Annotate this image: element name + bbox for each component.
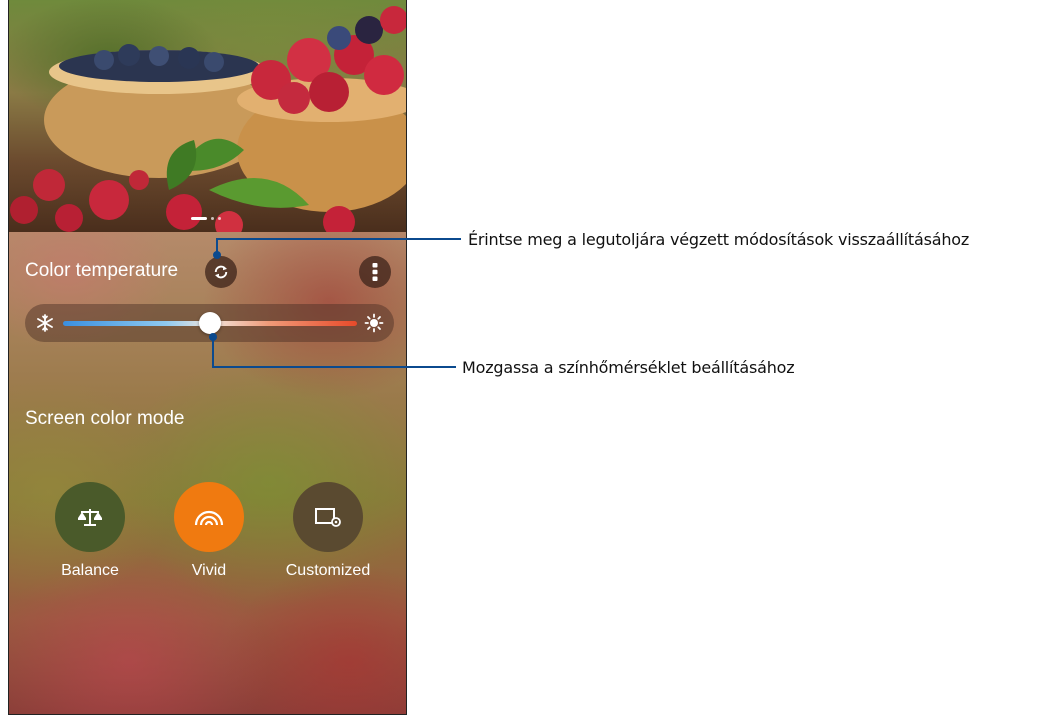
reset-callout-text: Érintse meg a legutoljára végzett módosí… — [468, 230, 970, 249]
reset-callout-horizontal — [216, 238, 461, 240]
balance-mode-button[interactable] — [55, 482, 125, 552]
customized-label: Customized — [285, 562, 371, 579]
slider-thumb[interactable] — [199, 312, 221, 334]
balance-label: Balance — [61, 562, 119, 579]
mode-balance[interactable]: Balance — [35, 482, 145, 580]
slider-callout-vertical — [212, 337, 214, 368]
page-indicator — [191, 216, 221, 220]
customized-mode-button[interactable] — [293, 482, 363, 552]
custom-display-icon — [315, 508, 341, 527]
mode-vivid[interactable]: Vivid — [154, 482, 264, 580]
slider-callout-text: Mozgassa a színhőmérséklet beállításához — [462, 358, 795, 377]
berries-photo — [9, 0, 406, 232]
vivid-label: Vivid — [191, 562, 227, 579]
snowflake-icon — [37, 314, 53, 332]
refresh-icon — [214, 265, 228, 279]
reset-button[interactable] — [205, 256, 237, 288]
mode-customized[interactable]: Customized — [273, 482, 383, 580]
color-temperature-label: Color temperature — [25, 260, 179, 281]
screen-color-mode-label: Screen color mode — [25, 408, 185, 429]
reset-callout-vertical — [216, 238, 218, 254]
balance-scale-icon — [78, 509, 102, 526]
phone-screen: Color temperature Screen color mode Bala… — [8, 0, 407, 715]
sun-icon — [364, 313, 384, 333]
vivid-rainbow-icon — [194, 510, 224, 526]
berries-illustration — [10, 6, 406, 232]
slider-callout-horizontal — [212, 366, 456, 368]
vivid-mode-button[interactable] — [174, 482, 244, 552]
splendid-panel: Color temperature Screen color mode Bala… — [9, 232, 406, 714]
more-vertical-icon — [372, 263, 378, 281]
more-options-button[interactable] — [359, 256, 391, 288]
